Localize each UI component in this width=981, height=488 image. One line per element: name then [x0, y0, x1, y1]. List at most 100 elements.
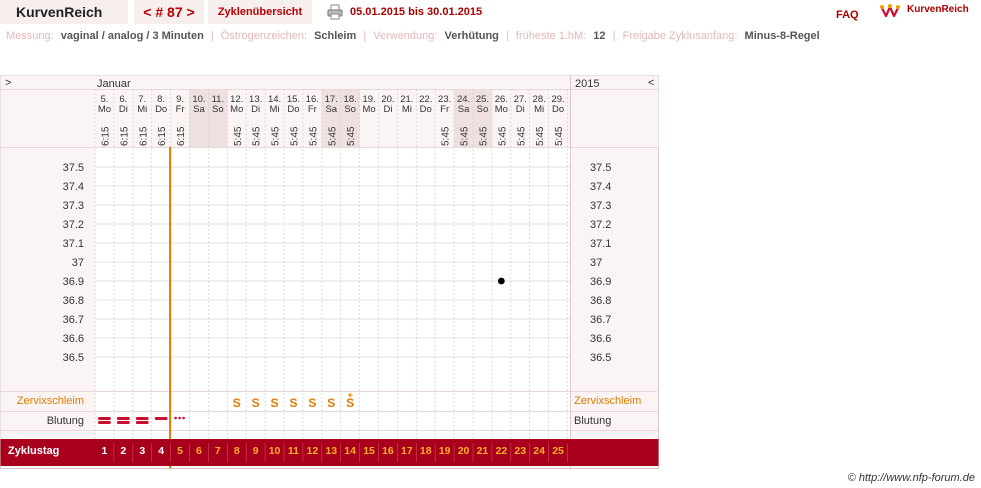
- weekday-label: Di: [383, 104, 392, 115]
- cycle-day-number: 6: [196, 445, 202, 457]
- measurement-time: 5:45: [460, 126, 471, 146]
- setting-value-usage: Verhütung: [444, 30, 499, 42]
- measurement-time: 5:45: [554, 126, 565, 146]
- bleeding-heavy-mark: [98, 421, 111, 424]
- weekday-label: Sa: [458, 104, 470, 115]
- cycle-day-number: 16: [382, 445, 394, 457]
- cycle-day-number: 2: [120, 445, 126, 457]
- weekday-label: Mi: [137, 104, 147, 115]
- cycle-day-label: Zyklustag: [8, 445, 59, 457]
- separator: |: [210, 30, 214, 42]
- weekday-label: Fr: [176, 104, 185, 115]
- month-label: Januar: [97, 78, 131, 90]
- temperature-axis-label-left: 36.8: [63, 295, 84, 307]
- cycle-day-number: 13: [325, 445, 337, 457]
- mucus-mark: S: [233, 396, 241, 410]
- weekday-label: Sa: [193, 104, 205, 115]
- bleeding-heavy-mark: [98, 417, 111, 420]
- measurement-time: 5:45: [535, 126, 546, 146]
- cycle-day-number: 10: [269, 445, 281, 457]
- setting-label-usage: Verwendung:: [373, 30, 438, 42]
- measurement-time: 5:45: [516, 126, 527, 146]
- temperature-point: [497, 277, 505, 285]
- measurement-time: 5:45: [346, 126, 357, 146]
- bleeding-medium-mark: [154, 417, 168, 420]
- settings-line: Messung: vaginal / analog / 3 Minuten | …: [6, 30, 981, 44]
- bleeding-label-right: Blutung: [574, 415, 611, 427]
- temperature-axis-label-left: 37: [72, 257, 84, 269]
- setting-label-measurement: Messung:: [6, 30, 54, 42]
- weekday-label: Mi: [402, 104, 412, 115]
- separator: |: [612, 30, 616, 42]
- cycle-day-number: 9: [253, 445, 259, 457]
- temperature-axis-label-left: 36.7: [63, 314, 84, 326]
- measurement-time: 5:45: [327, 126, 338, 146]
- temperature-axis-label-left: 36.6: [63, 333, 84, 345]
- setting-value-earliest-high: 12: [593, 30, 606, 42]
- measurement-time: 6:15: [100, 126, 111, 146]
- cycle-day-number: 17: [401, 445, 413, 457]
- cycle-day-number: 4: [158, 445, 164, 457]
- mucus-peak-mark: +: [348, 390, 353, 400]
- measurement-time: 6:15: [138, 126, 149, 146]
- mucus-mark: S: [308, 396, 316, 410]
- weekday-label: Mo: [362, 104, 375, 115]
- mucus-label-right: Zervixschleim: [574, 395, 641, 407]
- temperature-axis-label-right: 36.5: [590, 352, 611, 364]
- weekday-label: So: [477, 104, 489, 115]
- cycle-day-number: 12: [307, 445, 319, 457]
- measurement-time: 5:45: [252, 126, 263, 146]
- mucus-mark: S: [252, 396, 260, 410]
- logo-text: KurvenReich: [907, 4, 969, 15]
- weekday-label: So: [212, 104, 224, 115]
- setting-label-earliest-high: früheste 1.hM:: [515, 30, 587, 42]
- measurement-time: 5:45: [233, 126, 244, 146]
- temperature-axis-label-left: 36.5: [63, 352, 84, 364]
- temperature-axis-label-left: 37.1: [63, 238, 84, 250]
- nav-right-arrow: <: [648, 77, 654, 89]
- mucus-mark: S: [271, 396, 279, 410]
- faq-link[interactable]: FAQ: [836, 0, 859, 30]
- cycle-day-number: 15: [363, 445, 375, 457]
- app-title[interactable]: KurvenReich: [0, 0, 128, 24]
- date-range: 05.01.2015 bis 30.01.2015: [350, 6, 483, 18]
- temperature-axis-label-right: 36.9: [590, 276, 611, 288]
- weekday-label: Mi: [534, 104, 544, 115]
- cycle-day-number: 11: [288, 445, 299, 457]
- cycle-overview-button[interactable]: Zyklenübersicht: [208, 0, 312, 24]
- measurement-time: 6:15: [157, 126, 168, 146]
- separator: |: [505, 30, 509, 42]
- temperature-axis-label-right: 37.1: [590, 238, 611, 250]
- cycle-day-number: 22: [496, 445, 508, 457]
- bleeding-spotting-mark: [178, 416, 181, 420]
- cycle-day-number: 21: [477, 445, 489, 457]
- temperature-axis-label-right: 37.2: [590, 219, 611, 231]
- temperature-axis-label-left: 37.5: [63, 162, 84, 174]
- weekday-label: Do: [287, 104, 299, 115]
- weekday-label: Mo: [230, 104, 243, 115]
- cycle-day-number: 24: [533, 445, 545, 457]
- measurement-time: 5:45: [289, 126, 300, 146]
- measurement-time: 6:15: [176, 126, 187, 146]
- temperature-axis-label-left: 37.2: [63, 219, 84, 231]
- temperature-axis-label-right: 37.3: [590, 200, 611, 212]
- setting-label-release-rule: Freigabe Zyklusanfang:: [622, 30, 738, 42]
- cycle-navigation[interactable]: < # 87 >: [134, 0, 204, 24]
- temperature-axis-label-right: 36.6: [590, 333, 611, 345]
- weekday-label: Fr: [440, 104, 449, 115]
- cycle-chart: > Januar 2015 <5.Mo6:156.Di6:157.Mi6:158.Do…: [0, 75, 659, 469]
- cycle-day-number: 25: [552, 445, 564, 457]
- cycle-day-number: 3: [139, 445, 145, 457]
- measurement-time: 5:45: [308, 126, 319, 146]
- weekday-label: Do: [420, 104, 432, 115]
- cycle-day-number: 18: [420, 445, 432, 457]
- weekday-label: Sa: [325, 104, 337, 115]
- printer-icon[interactable]: [327, 4, 343, 20]
- temperature-axis-label-right: 37.4: [590, 181, 611, 193]
- temperature-axis-label-right: 37.5: [590, 162, 611, 174]
- temperature-axis-label-right: 36.8: [590, 295, 611, 307]
- weekday-label: Di: [251, 104, 260, 115]
- weekday-label: Mo: [495, 104, 508, 115]
- weekday-label: Do: [155, 104, 167, 115]
- mucus-mark: S: [327, 396, 335, 410]
